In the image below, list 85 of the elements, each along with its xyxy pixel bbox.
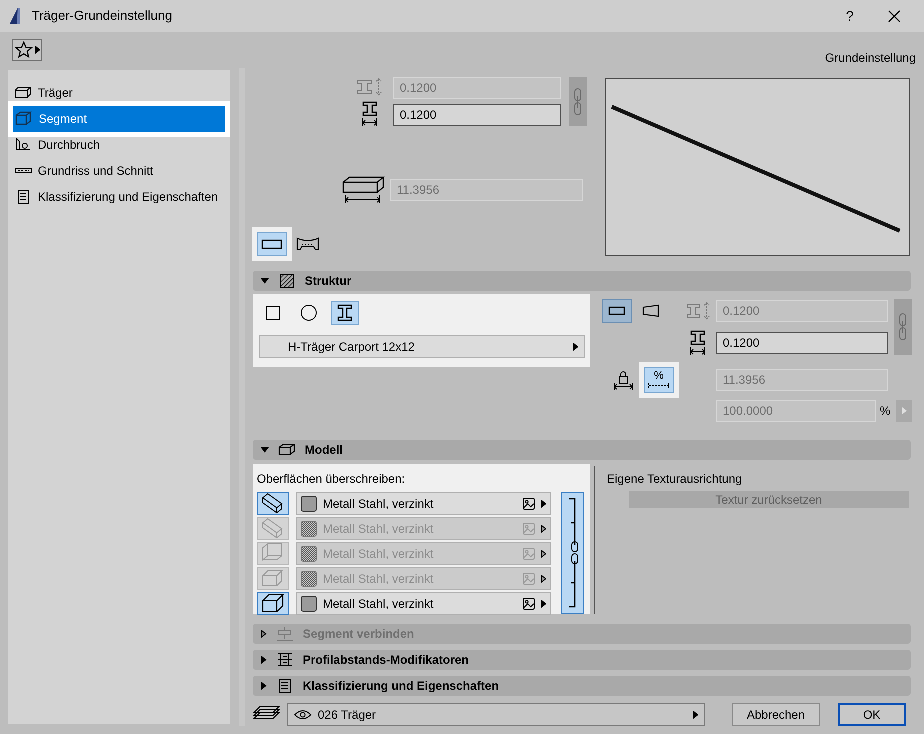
- sidebar-item[interactable]: Grundriss und Schnitt: [8, 158, 230, 184]
- material-swatch: [301, 570, 317, 586]
- i-beam-icon: [337, 304, 353, 322]
- surface-toggle[interactable]: [257, 567, 289, 590]
- preset-name: Grundeinstellung: [825, 50, 916, 67]
- favorites-button[interactable]: [12, 39, 42, 61]
- hatch-icon: [277, 273, 297, 290]
- caret-icon: [541, 574, 546, 582]
- caret-icon: [34, 46, 40, 54]
- lock-icon: [613, 370, 633, 390]
- profile-dropdown[interactable]: H-Träger Carport 12x12: [259, 335, 585, 358]
- material-swatch: [301, 520, 317, 536]
- panel-icon: [275, 626, 295, 642]
- panel-icon: [275, 652, 295, 668]
- cancel-button[interactable]: Abbrechen: [732, 703, 820, 726]
- image-icon: [523, 572, 535, 584]
- chain-bracket-icon: [566, 498, 578, 608]
- panel-header[interactable]: Struktur: [253, 271, 911, 292]
- surface-toggle[interactable]: [257, 492, 289, 515]
- sidebar-icon: [14, 137, 32, 153]
- caret-icon: [541, 524, 546, 532]
- caret-icon: [693, 710, 698, 718]
- height-icon: [355, 77, 385, 97]
- beam-face-icon: [260, 568, 286, 590]
- surface-toggle[interactable]: [257, 517, 289, 540]
- curved-beam-icon: [296, 237, 320, 251]
- rectangle-icon: [608, 306, 626, 316]
- number-field[interactable]: 0.1200: [393, 104, 561, 126]
- app-logo-icon: [8, 6, 22, 26]
- material-swatch: [301, 596, 317, 612]
- window-title: Träger-Grundeinstellung: [32, 7, 174, 26]
- rectangle-icon: [261, 238, 283, 250]
- material-swatch: [301, 496, 317, 512]
- surface-toggle[interactable]: [257, 592, 289, 615]
- length-icon: [342, 175, 386, 205]
- box-icon: [277, 442, 297, 458]
- surface-toggle[interactable]: [257, 542, 289, 565]
- caret-icon: [573, 342, 578, 351]
- expand-arrow-icon: [261, 630, 267, 638]
- square-icon: [265, 305, 281, 322]
- star-icon: [14, 41, 32, 59]
- section-label: Eigene Texturausrichtung: [607, 471, 744, 488]
- panel-header[interactable]: Klassifizierung und Eigenschaften: [253, 676, 911, 696]
- height-icon: [686, 302, 712, 320]
- chain-icon: [573, 86, 583, 116]
- beam-face-icon: [260, 592, 286, 614]
- eye-icon: [294, 708, 312, 720]
- image-icon: [523, 598, 535, 610]
- expand-arrow-icon: [261, 278, 269, 284]
- sidebar-item[interactable]: Träger: [8, 80, 230, 106]
- close-icon: [888, 10, 900, 22]
- taper-icon: [642, 304, 660, 318]
- sidebar-item[interactable]: Klassifizierung und Eigenschaften: [8, 184, 230, 210]
- circle-icon: [300, 304, 318, 322]
- panel-header[interactable]: Modell: [253, 440, 911, 460]
- expand-arrow-icon: [261, 682, 267, 690]
- expand-arrow-icon: [261, 447, 269, 453]
- caret-icon: [541, 550, 546, 558]
- link-surfaces-button[interactable]: [561, 492, 584, 614]
- material-dropdown[interactable]: Metall Stahl, verzinkt: [296, 592, 551, 615]
- layer-dropdown[interactable]: 026 Träger: [287, 703, 705, 726]
- profile-type-button[interactable]: [331, 301, 359, 326]
- image-icon: [523, 498, 535, 510]
- number-field[interactable]: 0.1200: [716, 332, 888, 354]
- sidebar-item[interactable]: Segment: [13, 106, 225, 132]
- material-dropdown[interactable]: Metall Stahl, verzinkt: [296, 492, 551, 515]
- image-icon: [523, 522, 535, 534]
- material-swatch: [301, 546, 317, 562]
- caret-icon: [541, 500, 546, 508]
- unit-label: %: [880, 403, 892, 420]
- caret-icon: [541, 600, 546, 608]
- sidebar-item[interactable]: Durchbruch: [8, 132, 230, 158]
- caret-icon: [902, 407, 906, 416]
- width-icon: [360, 101, 380, 127]
- panel-header[interactable]: Profilabstands-Modifikatoren: [253, 650, 911, 670]
- sidebar-icon: [14, 85, 32, 101]
- segment-shape-button[interactable]: [602, 299, 632, 324]
- image-icon: [523, 548, 535, 560]
- help-button[interactable]: ?: [828, 6, 872, 26]
- dimension-icon: [648, 382, 670, 390]
- section-label: Oberflächen überschreiben:: [257, 471, 406, 488]
- chain-icon: [898, 312, 908, 342]
- expand-arrow-icon: [261, 656, 267, 664]
- sidebar-icon: [15, 111, 33, 127]
- ok-button[interactable]: OK: [838, 703, 906, 726]
